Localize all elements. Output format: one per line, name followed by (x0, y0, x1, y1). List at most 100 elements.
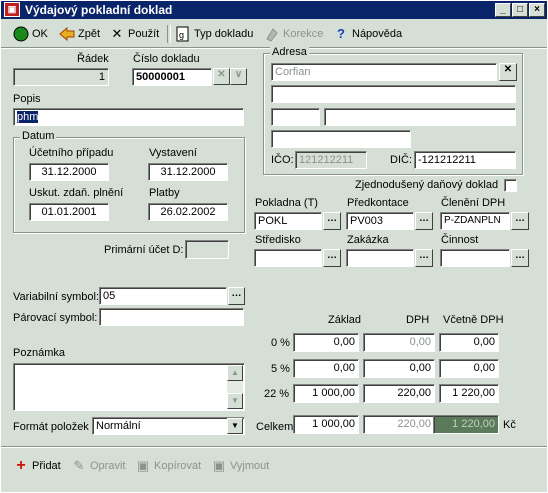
simplified-checkbox[interactable] (504, 179, 517, 192)
description-value: phm (17, 111, 39, 123)
minimize-button[interactable]: _ (495, 3, 511, 17)
dic-field[interactable]: -121212211 (414, 151, 516, 169)
base-0-field[interactable]: 0,00 (293, 333, 359, 352)
edit-item-button[interactable]: ✎ Opravit (71, 456, 126, 476)
copy-item-button[interactable]: ▣ Kopírovat (135, 456, 201, 476)
help-label: Nápověda (352, 28, 403, 40)
total-base-field: 1 000,00 (293, 415, 359, 434)
base-22-field[interactable]: 1 000,00 (293, 384, 359, 403)
help-button[interactable]: ? Nápověda (333, 24, 402, 44)
doc-type-label: Typ dokladu (194, 28, 254, 40)
tax-date-field[interactable]: 01.01.2001 (29, 203, 109, 221)
clear-docnum-button[interactable]: ✕ (213, 68, 230, 85)
address-zip-field[interactable] (271, 108, 320, 126)
cut-item-label: Vyjmout (230, 460, 270, 472)
address-name-field[interactable]: Corfian (271, 63, 497, 81)
case-date-label: Účetního případu (29, 147, 114, 159)
cash-field[interactable]: POKL (254, 212, 322, 230)
variable-symbol-browse-button[interactable]: … (228, 287, 245, 305)
format-label: Formát položek (13, 421, 89, 433)
cash-browse-button[interactable]: … (323, 212, 341, 230)
description-field[interactable]: phm (13, 108, 244, 126)
copy-icon: ▣ (136, 458, 150, 473)
ok-label: OK (32, 28, 48, 40)
note-textarea[interactable] (13, 363, 245, 411)
scroll-up-icon[interactable]: ▲ (227, 365, 243, 381)
ico-label: IČO: (271, 154, 294, 166)
center-field[interactable] (254, 249, 322, 267)
base-5-field[interactable]: 0,00 (293, 359, 359, 378)
issued-date-field[interactable]: 31.12.2000 (148, 163, 228, 181)
back-button[interactable]: Zpět (59, 24, 100, 44)
activity-browse-button[interactable]: … (511, 249, 529, 267)
vat-breakdown-label: Členění DPH (441, 197, 506, 209)
activity-field[interactable] (440, 249, 510, 267)
title-bar: ▣ Výdajový pokladní doklad _ □ × (1, 1, 547, 19)
address-group-title: Adresa (270, 46, 309, 58)
ok-button[interactable]: OK (13, 24, 48, 44)
vat-breakdown-field[interactable]: P-ZDANPLN (440, 212, 510, 230)
scroll-down-icon[interactable]: ▼ (227, 393, 243, 409)
simplified-label: Zjednodušený daňový doklad (355, 179, 499, 191)
incl-5-field[interactable]: 0,00 (439, 359, 499, 378)
description-label: Popis (13, 93, 41, 105)
dialog-window: ▣ Výdajový pokladní doklad _ □ × OK Zpět… (0, 0, 548, 493)
main-toolbar: OK Zpět ✕ Použít g Typ dokladu Korekce ?… (1, 21, 547, 47)
incl-0-field[interactable]: 0,00 (439, 333, 499, 352)
note-label: Poznámka (13, 347, 65, 359)
dic-label: DIČ: (390, 154, 412, 166)
total-vat-field: 220,00 (363, 415, 435, 434)
address-city-field[interactable] (324, 108, 516, 126)
svg-text:g: g (179, 30, 184, 40)
vat-breakdown-browse-button[interactable]: … (511, 212, 529, 230)
docnum-dropdown-button[interactable]: ∨ (230, 68, 247, 85)
docnum-field[interactable]: 50000001 (132, 68, 212, 86)
docnum-label: Číslo dokladu (133, 53, 200, 65)
format-select[interactable]: Normální (92, 417, 245, 435)
date-group-title: Datum (20, 130, 57, 142)
pairing-symbol-field[interactable] (99, 308, 244, 326)
precontract-label: Předkontace (347, 197, 409, 209)
apply-button[interactable]: ✕ Použít (109, 24, 160, 44)
back-label: Zpět (78, 28, 101, 40)
cut-item-button[interactable]: ▣ Vyjmout (211, 456, 269, 476)
ok-icon (13, 26, 29, 42)
add-item-button[interactable]: + Přidat (13, 456, 61, 476)
precontract-field[interactable]: PV003 (346, 212, 414, 230)
close-button[interactable]: × (529, 3, 545, 17)
doc-type-button[interactable]: g Typ dokladu (175, 24, 253, 44)
variable-symbol-label: Variabilní symbol: (13, 291, 99, 303)
address-country-field[interactable] (271, 130, 411, 148)
incl-22-field[interactable]: 1 220,00 (439, 384, 499, 403)
payment-date-field[interactable]: 26.02.2002 (148, 203, 228, 221)
case-date-field[interactable]: 31.12.2000 (29, 163, 109, 181)
address-line1-field[interactable] (271, 85, 516, 103)
incl-vat-header: Včetně DPH (443, 314, 504, 326)
correction-button[interactable]: Korekce (264, 24, 323, 44)
base-header: Základ (328, 314, 362, 326)
order-browse-button[interactable]: … (415, 249, 433, 267)
add-item-label: Přidat (32, 460, 61, 472)
precontract-browse-button[interactable]: … (415, 212, 433, 230)
note-scrollbar[interactable]: ▲ ▼ (227, 365, 243, 409)
clear-address-button[interactable]: ✕ (499, 63, 517, 81)
apply-label: Použít (128, 28, 160, 40)
pairing-symbol-label: Párovací symbol: (13, 312, 98, 324)
vat-5-field[interactable]: 0,00 (363, 359, 435, 378)
chevron-down-icon[interactable]: ▼ (227, 418, 243, 434)
tax-date-label: Uskut. zdaň. plnění (29, 187, 124, 199)
center-browse-button[interactable]: … (323, 249, 341, 267)
issued-date-label: Vystavení (149, 147, 197, 159)
correction-icon (264, 26, 280, 42)
variable-symbol-field[interactable]: 05 (99, 287, 227, 305)
maximize-button[interactable]: □ (512, 3, 528, 17)
center-label: Středisko (255, 234, 301, 246)
activity-label: Činnost (441, 234, 479, 246)
vat-22-field[interactable]: 220,00 (363, 384, 435, 403)
row-field: 1 (13, 68, 109, 86)
ico-field: 121212211 (295, 151, 367, 169)
payment-date-label: Platby (149, 187, 180, 199)
copy-item-label: Kopírovat (154, 460, 202, 472)
order-field[interactable] (346, 249, 414, 267)
document-type-icon: g (175, 26, 191, 42)
